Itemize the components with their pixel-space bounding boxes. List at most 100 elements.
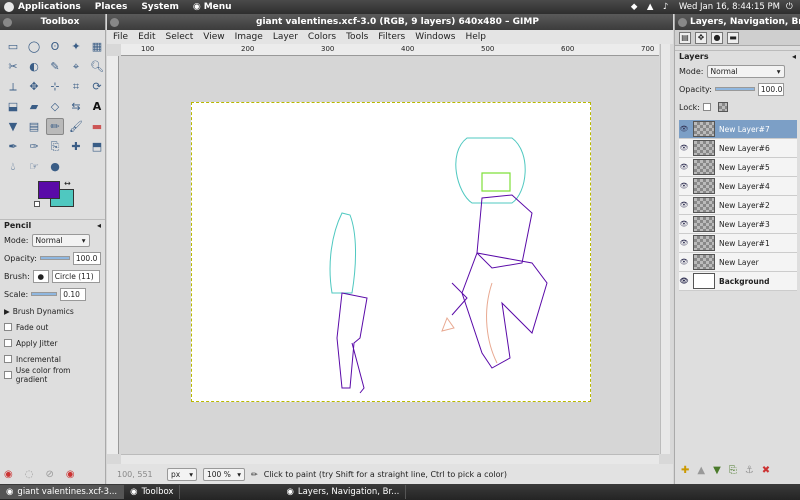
pencil-icon[interactable]: ✏ <box>46 118 64 135</box>
blend-icon[interactable]: ▤ <box>25 118 43 135</box>
ellipse-select-icon[interactable]: ◯ <box>25 38 43 55</box>
tab-navigation[interactable]: ✥ <box>695 31 707 44</box>
delete-options-icon[interactable]: ⊘ <box>45 469 53 480</box>
color-picker-icon[interactable]: ⌖ <box>67 58 85 75</box>
save-options-icon[interactable]: ◉ <box>4 469 13 480</box>
eye-icon[interactable]: 👁︎ <box>679 182 689 190</box>
configure-icon[interactable]: ◂ <box>792 52 796 61</box>
incremental-check[interactable]: Incremental <box>0 351 105 367</box>
use-gradient-check[interactable]: Use color from gradient <box>0 366 105 384</box>
crop-icon[interactable]: ⌗ <box>67 78 85 95</box>
layer-row[interactable]: 👁︎ Background <box>679 272 797 291</box>
layers-window-titlebar[interactable]: Layers, Navigation, Br... <box>675 14 800 30</box>
layer-mode-dropdown[interactable]: Normal ▾ <box>706 64 785 78</box>
restore-options-icon[interactable]: ◌ <box>25 469 34 480</box>
reset-options-icon[interactable]: ◉ <box>66 469 75 480</box>
new-layer-icon[interactable]: ✚ <box>681 465 689 476</box>
tab-layers[interactable]: ▤ <box>679 31 691 44</box>
power-icon[interactable]: ⏻ <box>786 2 796 12</box>
eye-icon[interactable]: 👁︎ <box>679 125 689 133</box>
measure-icon[interactable]: ⟂ <box>4 78 22 95</box>
layer-row[interactable]: 👁︎ New Layer#4 <box>679 177 797 196</box>
task-layers[interactable]: ◉ Layers, Navigation, Br... <box>280 485 407 499</box>
opacity-spinbox[interactable]: 100.0 <box>72 251 101 265</box>
swap-colors-icon[interactable]: ↔ <box>64 179 71 188</box>
smudge-icon[interactable]: ☞ <box>25 158 43 175</box>
clock[interactable]: Wed Jan 16, 8:44:15 PM <box>679 2 780 12</box>
heal-icon[interactable]: ✚ <box>67 138 85 155</box>
shear-icon[interactable]: ▰ <box>25 98 43 115</box>
airbrush-icon[interactable]: ✒ <box>4 138 22 155</box>
vertical-ruler[interactable] <box>107 56 119 454</box>
task-toolbox[interactable]: ◉ Toolbox <box>124 485 181 499</box>
brush-dynamics-expander[interactable]: ▶ Brush Dynamics <box>0 303 105 319</box>
volume-icon[interactable]: ♪ <box>663 2 673 12</box>
layer-row[interactable]: 👁︎ New Layer#1 <box>679 234 797 253</box>
menu-help[interactable]: Help <box>465 32 486 42</box>
canvas-area[interactable] <box>119 56 659 454</box>
scale-spinbox[interactable]: 0.10 <box>60 287 87 301</box>
delete-layer-icon[interactable]: ✖ <box>762 465 770 476</box>
menu-file[interactable]: File <box>113 32 128 42</box>
eye-icon[interactable]: 👁︎ <box>679 163 689 171</box>
menu-launcher[interactable]: ◉ Menu <box>193 2 232 12</box>
mode-dropdown[interactable]: Normal ▾ <box>31 233 90 247</box>
eye-icon[interactable]: 👁︎ <box>679 220 689 228</box>
rotate-icon[interactable]: ⟳ <box>88 78 106 95</box>
scissors-icon[interactable]: ✂ <box>4 58 22 75</box>
menu-filters[interactable]: Filters <box>378 32 405 42</box>
eraser-icon[interactable]: ▬ <box>88 118 106 135</box>
configure-icon[interactable]: ◂ <box>97 221 101 230</box>
lock-pixels-check[interactable] <box>702 103 711 111</box>
text-icon[interactable]: A <box>88 98 106 115</box>
color-select-icon[interactable]: ▦ <box>88 38 106 55</box>
close-icon[interactable] <box>110 17 119 27</box>
lock-alpha-icon[interactable] <box>717 102 728 112</box>
menu-layer[interactable]: Layer <box>273 32 298 42</box>
dodge-burn-icon[interactable]: ● <box>46 158 64 175</box>
fuzzy-select-icon[interactable]: ✦ <box>67 38 85 55</box>
eye-icon[interactable]: 👁︎ <box>679 239 689 247</box>
ink-icon[interactable]: ✑ <box>25 138 43 155</box>
menu-colors[interactable]: Colors <box>308 32 336 42</box>
raise-layer-icon[interactable]: ▲ <box>697 465 705 476</box>
vertical-scrollbar[interactable] <box>660 44 670 454</box>
menu-image[interactable]: Image <box>235 32 263 42</box>
paintbrush-icon[interactable]: 🖌︎ <box>67 118 85 135</box>
layer-row[interactable]: 👁︎ New Layer#3 <box>679 215 797 234</box>
toolbox-titlebar[interactable]: Toolbox <box>0 14 105 30</box>
menu-edit[interactable]: Edit <box>138 32 155 42</box>
dropbox-icon[interactable]: ◆ <box>631 2 641 12</box>
free-select-icon[interactable]: ʘ <box>46 38 64 55</box>
flip-icon[interactable]: ⇆ <box>67 98 85 115</box>
horizontal-scrollbar[interactable] <box>121 454 659 464</box>
scale-icon[interactable]: ⬓ <box>4 98 22 115</box>
network-icon[interactable]: ▲ <box>647 2 657 12</box>
fade-out-check[interactable]: Fade out <box>0 319 105 335</box>
foreground-select-icon[interactable]: ◐ <box>25 58 43 75</box>
places-menu[interactable]: Places <box>95 2 128 12</box>
close-icon[interactable] <box>678 17 687 27</box>
clone-icon[interactable]: ⎘ <box>46 138 64 155</box>
eye-icon[interactable]: 👁︎ <box>679 144 689 152</box>
zoom-dropdown[interactable]: 100 % ▾ <box>203 467 245 481</box>
applications-menu[interactable]: Applications <box>4 2 81 12</box>
align-icon[interactable]: ⊹ <box>46 78 64 95</box>
layer-opacity-spinbox[interactable]: 100.0 <box>757 82 784 96</box>
bucket-fill-icon[interactable]: ▼ <box>4 118 22 135</box>
apply-jitter-check[interactable]: Apply Jitter <box>0 335 105 351</box>
brush-name[interactable]: Circle (11) <box>51 269 100 283</box>
move-icon[interactable]: ✥ <box>25 78 43 95</box>
menu-select[interactable]: Select <box>166 32 194 42</box>
zoom-icon[interactable]: 🔍︎ <box>88 58 106 75</box>
eye-icon[interactable]: 👁︎ <box>679 277 689 285</box>
brush-preview[interactable]: ● <box>32 269 49 283</box>
anchor-layer-icon[interactable]: ⚓︎ <box>745 465 754 476</box>
system-menu[interactable]: System <box>141 2 179 12</box>
layer-row[interactable]: 👁︎ New Layer <box>679 253 797 272</box>
eye-icon[interactable]: 👁︎ <box>679 258 689 266</box>
perspective-clone-icon[interactable]: ⬒ <box>88 138 106 155</box>
lower-layer-icon[interactable]: ▼ <box>713 465 721 476</box>
layer-row[interactable]: 👁︎ New Layer#5 <box>679 158 797 177</box>
layer-row[interactable]: 👁︎ New Layer#6 <box>679 139 797 158</box>
